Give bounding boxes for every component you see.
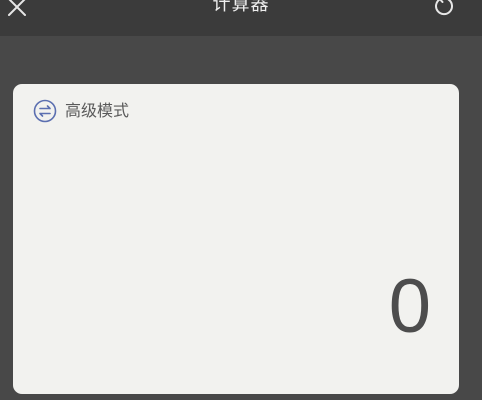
advanced-mode-toggle[interactable]: 高级模式 (33, 98, 129, 124)
refresh-button[interactable] (432, 0, 456, 18)
title-bar: 计算器 (0, 0, 482, 36)
calculator-display-card: 高级模式 0 (13, 84, 459, 394)
display-value: 0 (388, 264, 431, 349)
advanced-mode-label: 高级模式 (65, 101, 130, 120)
swap-icon (33, 99, 57, 123)
page-title: 计算器 (212, 0, 270, 15)
refresh-icon (435, 0, 453, 16)
